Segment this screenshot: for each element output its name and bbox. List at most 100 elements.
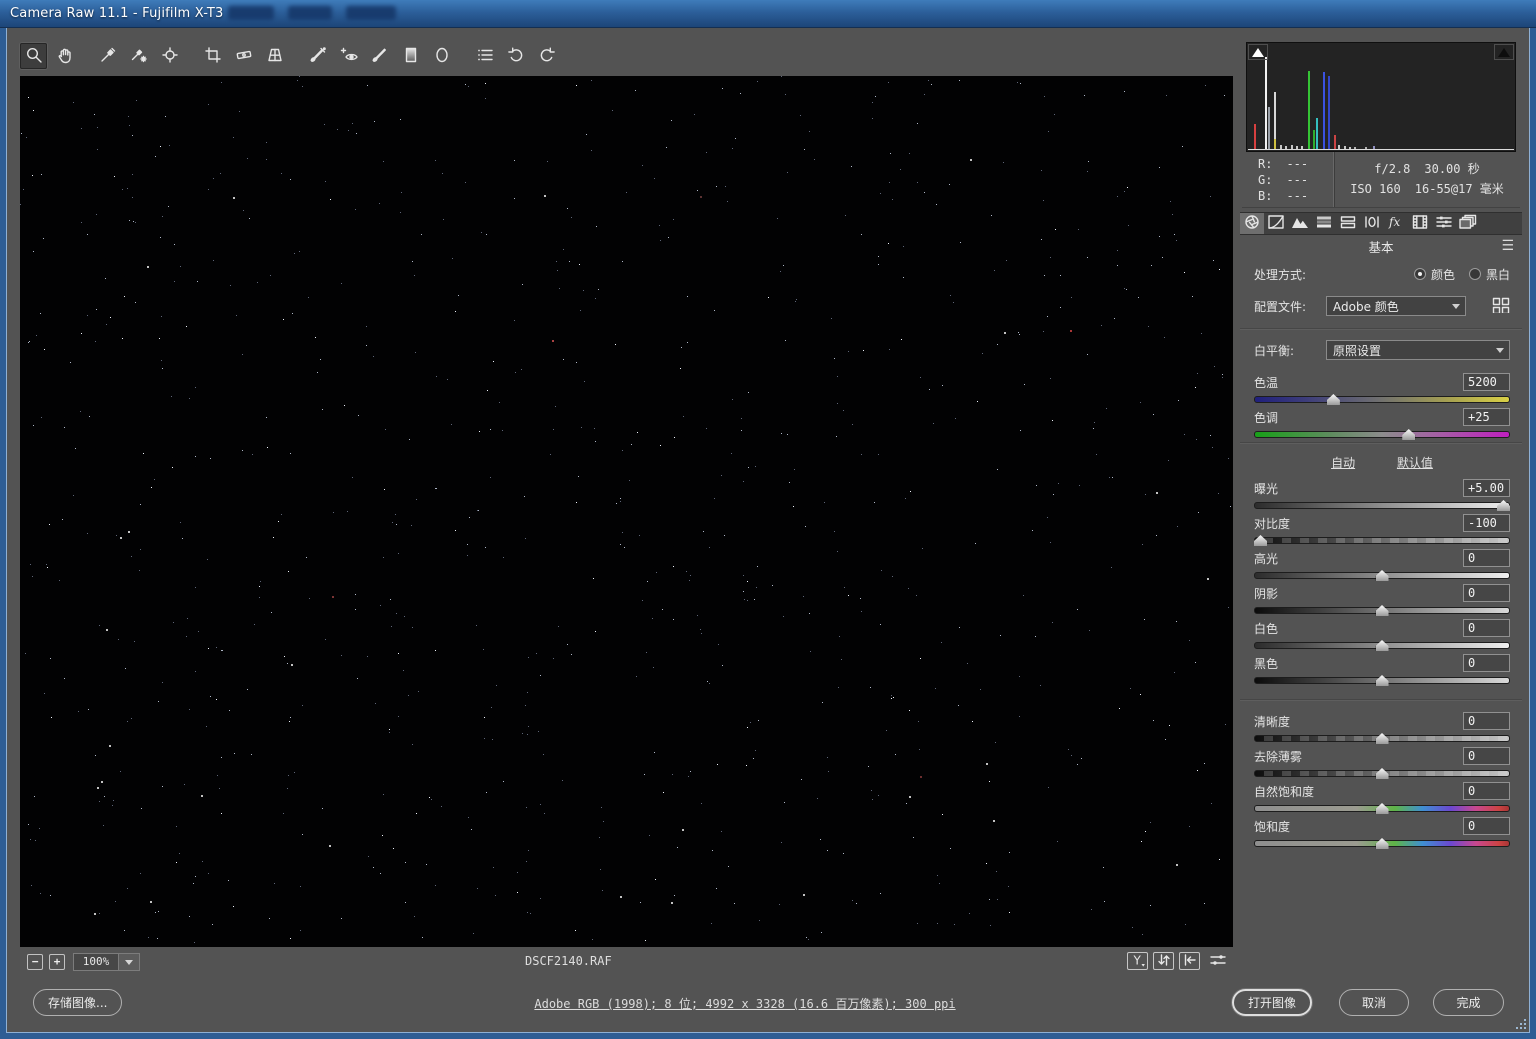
slider-label: 阴影 [1254,586,1279,601]
graduated-filter-tool[interactable] [397,43,424,69]
preview-preferences-button[interactable] [1205,952,1231,970]
slider-track[interactable] [1254,568,1510,582]
slider-track[interactable] [1254,603,1510,617]
treatment-row: 处理方式: 颜色 黑白 [1254,264,1510,284]
slider-track[interactable] [1254,392,1510,406]
slider-label: 白色 [1254,621,1279,636]
slider-value-box[interactable]: +25 [1463,408,1510,426]
tab-split-toning[interactable] [1336,213,1360,234]
adjustment-brush-tool[interactable] [366,43,393,69]
zoom-in-button[interactable]: + [49,954,65,970]
tab-basic[interactable] [1240,213,1264,234]
histogram[interactable] [1246,42,1516,152]
auto-link[interactable]: 自动 [1331,456,1355,470]
slider-value-box[interactable]: 0 [1463,584,1510,602]
slider-label: 去除薄雾 [1254,749,1303,764]
tone-curve-icon [1266,214,1286,233]
slider-value-box[interactable]: 0 [1463,817,1510,835]
r-label: R: [1258,157,1273,171]
tab-hsl-grayscale[interactable] [1312,213,1336,234]
targeted-adjustment-tool[interactable] [156,43,183,69]
zoom-level-chevron[interactable] [119,953,140,971]
rotate-right-tool[interactable] [533,43,560,69]
basic-icon [1242,214,1262,233]
slider-label: 清晰度 [1254,714,1291,729]
workflow-options-link[interactable]: Adobe RGB (1998); 8 位; 4992 x 3328 (16.6… [534,995,955,1012]
slider-track[interactable] [1254,801,1510,815]
hand-tool[interactable] [51,43,78,69]
profile-browser-button[interactable] [1492,297,1510,316]
profile-select[interactable]: Adobe 颜色 [1326,296,1466,316]
separator [1240,442,1522,444]
tone-sliders-group: 曝光 +5.00 对比度 -100 高光 0 阴影 0 白色 0 黑色 0 [1254,478,1510,687]
white-balance-tool[interactable] [94,43,121,69]
white-balance-select[interactable]: 原照设置 [1326,340,1510,360]
slider-value-box[interactable]: 0 [1463,654,1510,672]
tab-camera-calibration[interactable] [1408,213,1432,234]
treatment-color-radio[interactable]: 颜色 [1413,266,1455,283]
panel-menu-icon[interactable]: ☰ [1501,238,1514,254]
before-after-copy-button[interactable] [1179,952,1200,970]
before-after-swap-button[interactable] [1153,952,1174,970]
tab-snapshots[interactable] [1456,213,1480,234]
slider-track[interactable] [1254,731,1510,745]
spot-removal-tool[interactable] [304,43,331,69]
crop-icon [204,46,222,67]
highlight-clipping-indicator[interactable] [1494,44,1514,60]
slider-track[interactable] [1254,498,1510,512]
cancel-button[interactable]: 取消 [1339,989,1409,1016]
snapshots-icon [1458,214,1478,233]
separator [1240,699,1522,701]
default-link[interactable]: 默认值 [1397,456,1433,470]
done-button[interactable]: 完成 [1433,989,1504,1016]
before-after-y-button[interactable]: Y [1127,952,1148,970]
image-preview-canvas[interactable] [20,76,1233,947]
tab-lens-corrections[interactable] [1360,213,1384,234]
radial-filter-icon [433,46,451,67]
slider-value-box[interactable]: 0 [1463,747,1510,765]
red-eye-tool[interactable] [335,43,362,69]
redacted-blob [288,6,332,20]
hand-icon [56,46,74,67]
slider-value-box[interactable]: 0 [1463,619,1510,637]
slider-track[interactable] [1254,836,1510,850]
exif-info: R: --- G: --- B: --- f/2.8 30.00 秒 ISO 160 16… [1242,152,1520,208]
slider-value-box[interactable]: 0 [1463,549,1510,567]
treatment-bw-radio[interactable]: 黑白 [1468,266,1510,283]
straighten-tool[interactable] [230,43,257,69]
zoom-out-button[interactable]: − [27,954,43,970]
open-image-button[interactable]: 打开图像 [1232,989,1313,1016]
slider-value-box[interactable]: -100 [1463,514,1510,532]
slider-value-box[interactable]: 0 [1463,712,1510,730]
slider-track[interactable] [1254,427,1510,441]
zoom-tool[interactable] [20,43,47,69]
resize-grip[interactable] [1516,1019,1528,1031]
spot-removal-icon [309,46,327,67]
color-sampler-tool[interactable] [125,43,152,69]
tab-effects[interactable]: fx [1384,213,1408,234]
preferences-tool[interactable] [471,43,498,69]
auto-default-row: 自动 默认值 [1254,454,1510,470]
radio-dot-bw[interactable] [1468,268,1481,280]
white-balance-value: 原照设置 [1333,343,1382,358]
slider-track[interactable] [1254,766,1510,780]
slider-track[interactable] [1254,638,1510,652]
radial-filter-tool[interactable] [428,43,455,69]
slider-value-box[interactable]: +5.00 [1463,479,1510,497]
save-image-button[interactable]: 存储图像... [33,989,123,1016]
radio-dot-color[interactable] [1413,268,1426,280]
tab-presets[interactable] [1432,213,1456,234]
title-bar[interactable]: Camera Raw 11.1 - Fujifilm X-T3 [0,0,1536,28]
preferences-icon [476,46,494,67]
slider-value-box[interactable]: 5200 [1463,373,1510,391]
transform-tool[interactable] [261,43,288,69]
zoom-level-select[interactable]: 100% [73,953,119,971]
crop-tool[interactable] [199,43,226,69]
tab-detail[interactable] [1288,213,1312,234]
tab-tone-curve[interactable] [1264,213,1288,234]
slider-value-box[interactable]: 0 [1463,782,1510,800]
slider-track[interactable] [1254,673,1510,687]
shadow-clipping-indicator[interactable] [1248,44,1268,60]
slider-track[interactable] [1254,533,1510,547]
rotate-left-tool[interactable] [502,43,529,69]
